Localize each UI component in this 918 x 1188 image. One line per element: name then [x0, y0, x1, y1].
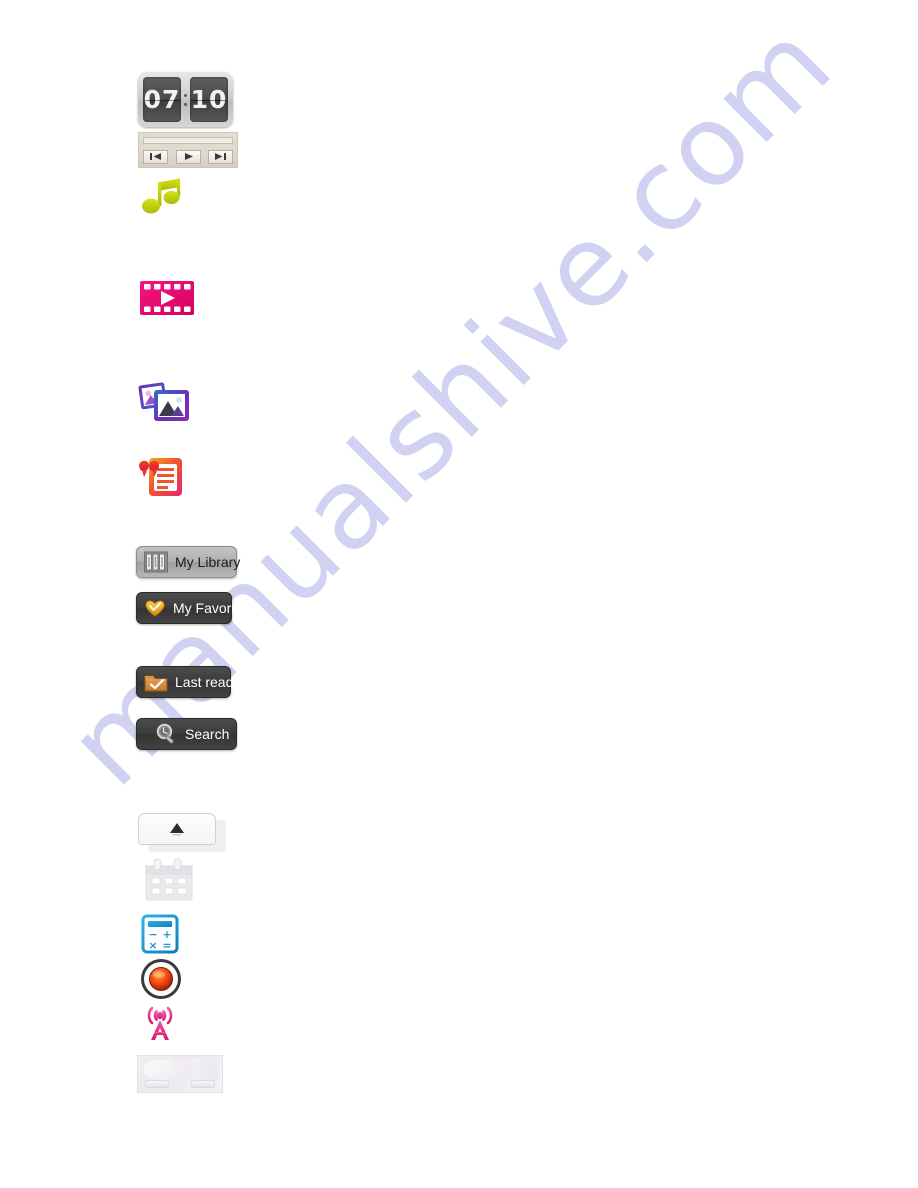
- books-shelf-icon: [144, 551, 168, 573]
- folder-check-icon: [144, 672, 168, 693]
- media-transport-bar[interactable]: [138, 132, 238, 168]
- transport-buttons: [143, 149, 233, 164]
- my-library-label: My Library: [175, 554, 241, 570]
- film-strip-icon: [140, 281, 194, 315]
- triangle-up-icon: [167, 821, 187, 837]
- video-icon[interactable]: [138, 273, 196, 323]
- previous-button[interactable]: [143, 149, 168, 164]
- clock-hours: 07: [143, 77, 181, 122]
- play-button[interactable]: [175, 149, 201, 164]
- clock-colon-icon: [181, 77, 190, 122]
- next-button[interactable]: [208, 149, 233, 164]
- ebook-quote-icon: [139, 458, 182, 496]
- magnifier-icon: [155, 723, 178, 745]
- heart-icon: [144, 598, 166, 618]
- last-read-button[interactable]: Last read: [136, 666, 234, 698]
- flip-clock-widget[interactable]: 07 10: [138, 72, 233, 127]
- my-library-button[interactable]: My Library: [136, 546, 241, 578]
- skip-next-icon: [215, 153, 226, 160]
- thumbnail-shape-c: [192, 1058, 218, 1081]
- record-icon[interactable]: [140, 958, 182, 1000]
- search-button[interactable]: Search: [136, 718, 237, 750]
- thumbnail-left-button[interactable]: [145, 1080, 169, 1088]
- progress-track[interactable]: [143, 137, 233, 144]
- my-favorite-button[interactable]: My Favorite: [136, 592, 246, 624]
- expander-panel[interactable]: [138, 813, 216, 845]
- fm-radio-icon[interactable]: [138, 1002, 182, 1044]
- flip-clock-inner: 07 10: [143, 77, 228, 122]
- music-icon[interactable]: [142, 178, 186, 220]
- skip-previous-icon: [150, 153, 161, 160]
- my-favorite-label: My Favorite: [173, 600, 247, 616]
- photo-icon[interactable]: [138, 378, 192, 426]
- svg-text:=: =: [162, 939, 171, 952]
- photo-thumbnail-panel[interactable]: [137, 1055, 223, 1093]
- clock-minutes: 10: [190, 77, 228, 122]
- thumbnail-shape-a: [144, 1060, 178, 1080]
- last-read-label: Last read: [175, 674, 234, 690]
- thumbnail-right-button[interactable]: [191, 1080, 215, 1088]
- calculator-icon[interactable]: − + × =: [140, 914, 180, 956]
- svg-text:×: ×: [148, 939, 157, 952]
- photo-stack-icon: [138, 382, 189, 421]
- music-note-icon: [142, 178, 181, 214]
- figure-column: 07 10 My Library My Favorite Last read S…: [0, 0, 918, 1188]
- play-icon: [184, 153, 193, 160]
- text-icon[interactable]: [135, 452, 189, 502]
- search-label: Search: [185, 726, 230, 742]
- calendar-icon[interactable]: [140, 858, 202, 904]
